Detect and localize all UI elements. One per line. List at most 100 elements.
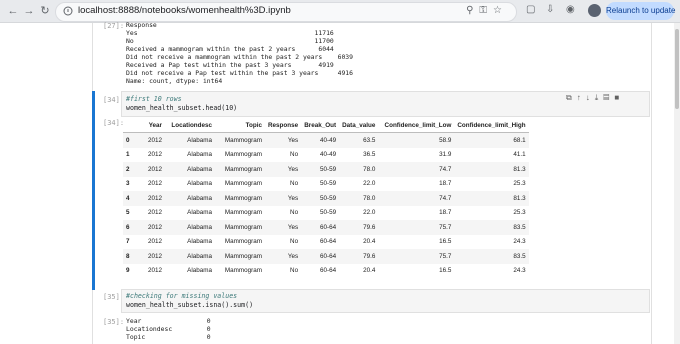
- site-info-icon[interactable]: [63, 6, 73, 16]
- table-cell: 24.3: [513, 267, 526, 275]
- table-cell: 60-64: [320, 267, 337, 275]
- table-cell: 50-59: [320, 209, 337, 217]
- row-index: 6: [123, 220, 139, 235]
- table-cell: Mammogram: [215, 132, 265, 148]
- table-cell: 2012: [139, 220, 165, 235]
- table-cell: 40-49: [301, 132, 340, 148]
- output-line: Name: count, dtype: int64: [126, 77, 223, 85]
- column-header: Confidence_limit_High: [454, 118, 529, 133]
- format-icon[interactable]: ▤: [603, 93, 614, 102]
- table-cell: Alabama: [187, 267, 212, 275]
- output-prompt-34: [34]:: [103, 119, 125, 127]
- table-cell: No: [290, 151, 299, 159]
- table-cell: Alabama: [187, 209, 212, 217]
- scrollbar-thumb[interactable]: [675, 29, 679, 109]
- table-cell: 50-59: [301, 162, 340, 177]
- table-cell: Yes: [265, 191, 302, 206]
- table-cell: 25.3: [513, 180, 526, 188]
- column-header: Topic: [215, 118, 265, 133]
- output-prompt-27: [27]:: [103, 22, 125, 30]
- address-bar[interactable]: localhost:8888/notebooks/womenhealth%3D.…: [55, 2, 517, 22]
- table-cell: 2012: [139, 162, 165, 177]
- table-cell: 31.9: [439, 151, 452, 159]
- table-cell: 78.0: [339, 162, 379, 177]
- insert-below-icon[interactable]: ⤓: [595, 93, 604, 102]
- table-cell: 25.3: [513, 209, 526, 217]
- table-cell: 18.7: [439, 180, 452, 188]
- table-cell: 81.3: [454, 191, 529, 206]
- password-key-icon[interactable]: ⚿: [479, 5, 493, 16]
- screenshot-icon[interactable]: ◉: [566, 4, 575, 15]
- table-cell: 2012: [147, 151, 162, 159]
- copy-icon[interactable]: ⧉: [566, 93, 577, 102]
- table-cell: 22.0: [363, 180, 376, 188]
- table-cell: 58.9: [378, 132, 455, 148]
- row-index: 0: [123, 132, 139, 148]
- table-cell: Yes: [265, 249, 302, 264]
- table-cell: 40-49: [320, 151, 337, 159]
- table-cell: 24.3: [513, 238, 526, 246]
- table-cell: Mammogram: [224, 151, 262, 159]
- table-row: 6 2012 Alabama Mammogram Yes 60-64 79.6 75.7 83.…: [123, 220, 529, 235]
- table-cell: Mammogram: [215, 162, 265, 177]
- bookmark-star-icon[interactable]: ☆: [493, 5, 508, 16]
- forward-icon[interactable]: →: [22, 4, 36, 18]
- table-row: 4 2012 Alabama Mammogram Yes 50-59 78.0 74.7 81.…: [123, 191, 529, 206]
- table-cell: 68.1: [454, 132, 529, 148]
- cell-toolbar: ⧉↑↓⤓▤■: [566, 93, 624, 103]
- profile-avatar[interactable]: [588, 4, 601, 17]
- table-cell: 2012: [147, 209, 162, 217]
- back-icon[interactable]: ←: [6, 4, 20, 18]
- page-content: [27]: Response Yes 11716 No 11700 Receiv…: [0, 21, 680, 344]
- table-header-row: Year Locationdesc Topic Response Break_Out Da…: [123, 118, 529, 133]
- table-cell: 16.5: [439, 267, 452, 275]
- reload-icon[interactable]: ↻: [38, 4, 52, 18]
- downloads-icon[interactable]: ⇩: [546, 4, 554, 15]
- table-cell: Alabama: [187, 180, 212, 188]
- row-index: 8: [123, 249, 139, 264]
- table-cell: Mammogram: [224, 180, 262, 188]
- table-cell: 81.3: [454, 162, 529, 177]
- table-cell: Yes: [265, 220, 302, 235]
- table-cell: Alabama: [187, 238, 212, 246]
- code-line: women_health_subset.isna().sum(): [126, 301, 254, 309]
- table-row: 1 2012 Alabama Mammogram No 40-49 36.5 31.9 41.1: [123, 148, 529, 163]
- table-cell: 83.5: [454, 220, 529, 235]
- table-cell: 2012: [147, 180, 162, 188]
- url-text[interactable]: localhost:8888/notebooks/womenhealth%3D.…: [78, 5, 291, 16]
- delete-icon[interactable]: ■: [614, 93, 624, 102]
- move-up-icon[interactable]: ↑: [577, 93, 586, 102]
- table-cell: 2012: [147, 238, 162, 246]
- table-cell: Mammogram: [224, 238, 262, 246]
- table-row: 2 2012 Alabama Mammogram Yes 50-59 78.0 74.7 81.…: [123, 162, 529, 177]
- table-cell: 60-64: [301, 220, 340, 235]
- table-cell: 50-59: [320, 180, 337, 188]
- table-cell: Alabama: [165, 132, 215, 148]
- table-cell: 20.4: [363, 267, 376, 275]
- table-row: 8 2012 Alabama Mammogram Yes 60-64 79.6 75.7 83.…: [123, 249, 529, 264]
- table-cell: No: [290, 238, 299, 246]
- row-index: 3: [126, 180, 130, 188]
- page-scrollbar[interactable]: [674, 23, 680, 344]
- table-cell: 18.7: [439, 209, 452, 217]
- code-comment: #first 10 rows: [126, 95, 182, 103]
- table-row: 7 2012 Alabama Mammogram No 60-64 20.4 16.5 24.3: [123, 235, 529, 250]
- table-cell: 79.6: [339, 249, 379, 264]
- table-cell: Alabama: [165, 162, 215, 177]
- table-cell: 74.7: [378, 162, 455, 177]
- column-header: Year: [139, 118, 165, 133]
- table-cell: 75.7: [378, 249, 455, 264]
- table-row: 5 2012 Alabama Mammogram No 50-59 22.0 18.7 25.3: [123, 206, 529, 221]
- extensions-icon[interactable]: ▢: [526, 4, 535, 15]
- table-cell: No: [290, 180, 299, 188]
- code-cell-35[interactable]: #checking for missing values women_healt…: [121, 289, 650, 313]
- move-down-icon[interactable]: ↓: [586, 93, 595, 102]
- code-comment: #checking for missing values: [126, 292, 238, 300]
- table-cell: Alabama: [165, 220, 215, 235]
- table-cell: 22.0: [363, 209, 376, 217]
- output-line: Topic 0: [126, 333, 211, 341]
- table-cell: 60-64: [320, 238, 337, 246]
- table-cell: 2012: [139, 191, 165, 206]
- zoom-icon[interactable]: ⚲: [466, 5, 479, 16]
- relaunch-button[interactable]: Relaunch to update: [606, 2, 675, 20]
